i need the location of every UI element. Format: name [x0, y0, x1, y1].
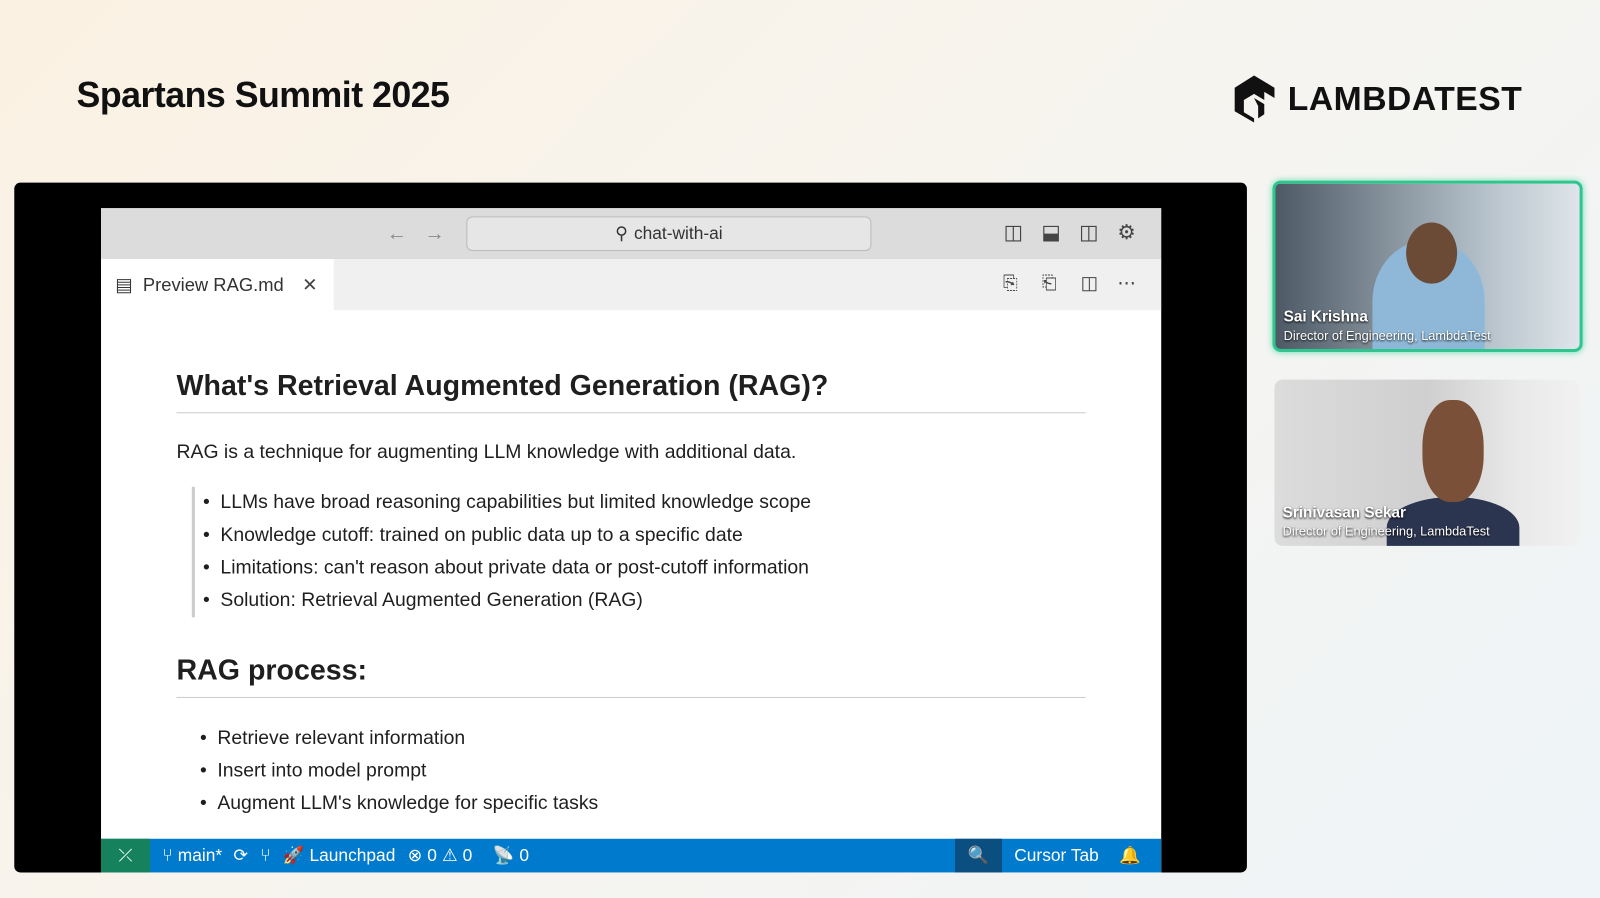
open-file-icon[interactable]: ⎗ — [1042, 272, 1057, 293]
ports-button[interactable]: 📡 0 — [493, 845, 529, 865]
toggle-panel-icon[interactable]: ⬓ — [1040, 221, 1062, 243]
search-text: chat-with-ai — [633, 223, 723, 243]
event-title: Spartans Summit 2025 — [76, 75, 450, 116]
list-item: Knowledge cutoff: trained on public data… — [203, 519, 1101, 552]
warning-icon: ⚠ — [441, 845, 458, 865]
broadcast-icon: 📡 — [492, 845, 515, 865]
launchpad-button[interactable]: 🚀 Launchpad — [283, 845, 396, 865]
list-item: Limitations: can't reason about private … — [203, 552, 1101, 585]
editor-window: ← → ⚲ chat-with-ai ◫ ⬓ ◫ ⚙ ▤ Preview RAG… — [101, 208, 1162, 873]
branch-label: main* — [177, 845, 223, 865]
problems-button[interactable]: ⊗ 0 ⚠ 0 — [408, 845, 473, 865]
intro-paragraph: RAG is a technique for augmenting LLM kn… — [176, 441, 797, 464]
zoom-icon[interactable]: 🔍 — [955, 838, 1003, 873]
split-editor-icon[interactable]: ◫ — [1081, 272, 1098, 293]
participant-video-sai-krishna: Sai Krishna Director of Engineering, Lam… — [1272, 180, 1583, 353]
lambdatest-logo-icon — [1234, 75, 1275, 123]
participant-video-srinivasan-sekar: Srinivasan Sekar Director of Engineering… — [1274, 379, 1580, 546]
remote-indicator-icon[interactable]: ⤫ — [101, 838, 150, 873]
cursor-tab-button[interactable]: Cursor Tab — [1014, 845, 1099, 865]
blockquote: LLMs have broad reasoning capabilities b… — [191, 486, 1101, 618]
participant-name: Srinivasan Sekar — [1282, 504, 1407, 522]
tab-bar: ▤ Preview RAG.md ✕ ⎘ ⎗ ◫ ⋯ — [101, 259, 1162, 311]
tab-preview-rag[interactable]: ▤ Preview RAG.md ✕ — [101, 259, 334, 311]
heading-rag-process: RAG process: — [176, 654, 1086, 698]
warning-count: 0 — [462, 845, 473, 865]
back-arrow-icon[interactable]: ← — [387, 222, 407, 245]
logo-text: LAMBDATEST — [1287, 79, 1523, 118]
sync-icon[interactable]: ⟳ — [233, 845, 248, 865]
toggle-secondary-sidebar-icon[interactable]: ◫ — [1078, 221, 1100, 243]
list-item: LLMs have broad reasoning capabilities b… — [203, 487, 1101, 520]
participant-role: Director of Engineering, LambdaTest — [1282, 524, 1490, 539]
title-bar: ← → ⚲ chat-with-ai ◫ ⬓ ◫ ⚙ — [101, 208, 1162, 260]
rocket-icon: 🚀 — [282, 845, 305, 865]
status-bar: ⤫ ⑂ main* ⟳ ⑂ 🚀 Launchpad ⊗ 0 ⚠ 0 📡 0 🔍 Cursor … — [101, 838, 1162, 873]
more-actions-icon[interactable]: ⋯ — [1117, 272, 1135, 293]
search-icon: ⚲ — [615, 223, 628, 243]
preview-icon: ▤ — [115, 273, 133, 295]
lambdatest-logo: LAMBDATEST — [1231, 73, 1523, 124]
close-icon[interactable]: ✕ — [302, 274, 317, 295]
list-item: Solution: Retrieval Augmented Generation… — [203, 585, 1101, 618]
launchpad-label: Launchpad — [309, 845, 396, 865]
error-icon: ⊗ — [407, 845, 423, 865]
participant-head — [1406, 222, 1458, 284]
ports-count: 0 — [519, 845, 530, 865]
participant-head — [1422, 399, 1484, 503]
branch-button[interactable]: ⑂ main* ⟳ — [162, 845, 248, 865]
open-source-icon[interactable]: ⎘ — [1003, 272, 1018, 293]
notifications-bell-icon[interactable]: 🔔 — [1119, 845, 1141, 865]
heading-rag: What's Retrieval Augmented Generation (R… — [176, 369, 1086, 414]
list-item: Retrieve relevant information — [200, 722, 1085, 755]
participant-name: Sai Krishna — [1283, 308, 1368, 326]
toggle-primary-sidebar-icon[interactable]: ◫ — [1002, 221, 1024, 243]
settings-gear-icon[interactable]: ⚙ — [1115, 221, 1137, 243]
list-item: Augment LLM's knowledge for specific tas… — [200, 788, 1085, 821]
error-count: 0 — [427, 845, 437, 865]
command-center-search[interactable]: ⚲ chat-with-ai — [466, 216, 872, 252]
git-graph-icon[interactable]: ⑂ — [260, 845, 270, 865]
forward-arrow-icon[interactable]: → — [424, 222, 444, 245]
participant-role: Director of Engineering, LambdaTest — [1283, 328, 1491, 343]
markdown-preview: What's Retrieval Augmented Generation (R… — [176, 310, 1086, 821]
tab-label: Preview RAG.md — [142, 273, 284, 295]
git-branch-icon: ⑂ — [162, 845, 173, 865]
list-item: Insert into model prompt — [200, 755, 1085, 788]
